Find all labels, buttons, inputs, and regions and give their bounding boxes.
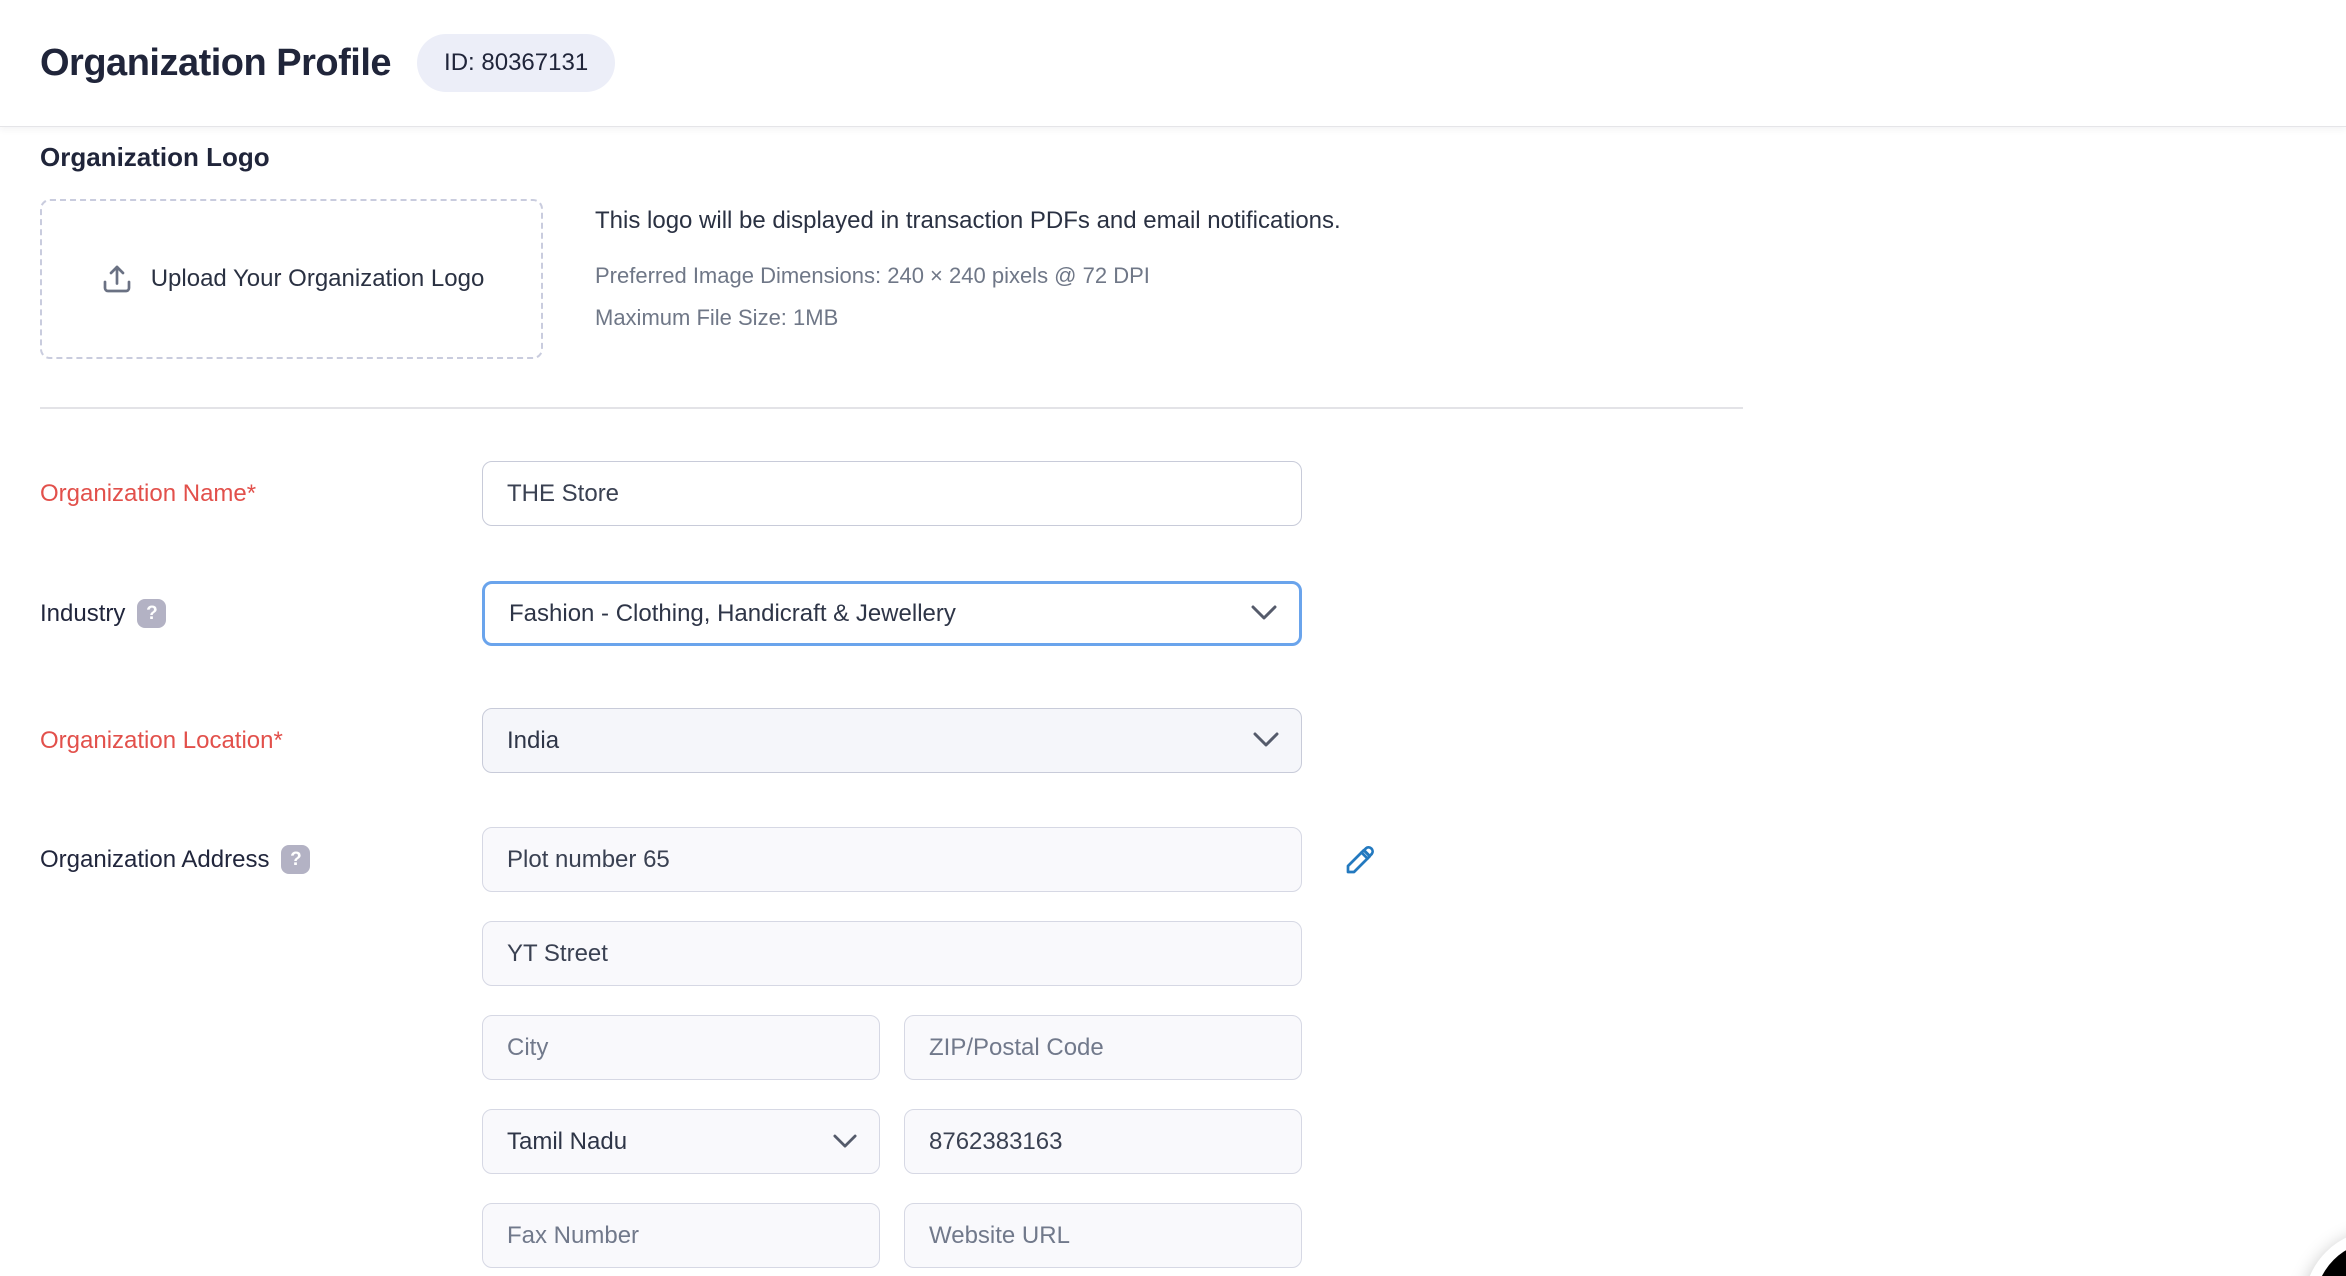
industry-help-icon[interactable]: ?: [137, 599, 167, 628]
address-street1-input[interactable]: [482, 827, 1302, 892]
logo-hint-filesize: Maximum File Size: 1MB: [595, 305, 839, 330]
industry-select[interactable]: Fashion - Clothing, Handicraft & Jewelle…: [482, 581, 1302, 646]
address-street2-input[interactable]: [482, 921, 1302, 986]
logo-section: Upload Your Organization Logo This logo …: [40, 199, 2306, 359]
industry-label-cell: Industry ?: [40, 599, 482, 628]
organization-location-select[interactable]: India: [482, 708, 1302, 773]
upload-logo-button[interactable]: Upload Your Organization Logo: [40, 199, 543, 359]
address-fax-input[interactable]: [482, 1203, 880, 1268]
chevron-down-icon: [833, 1128, 857, 1156]
organization-location-row: Organization Location* India: [40, 708, 2306, 773]
organization-name-row: Organization Name*: [40, 461, 2306, 526]
industry-label: Industry: [40, 599, 126, 627]
edit-address-icon[interactable]: [1342, 842, 1378, 878]
page-header: Organization Profile ID: 80367131: [0, 0, 2346, 127]
upload-logo-label: Upload Your Organization Logo: [150, 265, 485, 292]
organization-address-label-cell: Organization Address ?: [40, 845, 482, 874]
address-zip-input[interactable]: [904, 1015, 1302, 1080]
organization-profile-form: Organization Name* Industry ? Fashion - …: [40, 461, 2306, 1268]
address-city-zip-row: [40, 1015, 2306, 1080]
industry-select-value: Fashion - Clothing, Handicraft & Jewelle…: [509, 599, 956, 627]
address-website-input[interactable]: [904, 1203, 1302, 1268]
address-state-phone-row: Tamil Nadu: [40, 1109, 2306, 1174]
org-id-badge: ID: 80367131: [417, 34, 616, 92]
page-title: Organization Profile: [40, 41, 392, 84]
upload-icon: [99, 261, 135, 297]
organization-name-label: Organization Name*: [40, 479, 257, 507]
organization-address-row: Organization Address ?: [40, 827, 2306, 892]
address-state-value: Tamil Nadu: [507, 1127, 628, 1155]
industry-row: Industry ? Fashion - Clothing, Handicraf…: [40, 581, 2306, 646]
settings-content: Organization Logo Upload Your Organizati…: [0, 127, 2346, 1268]
organization-address-help-icon[interactable]: ?: [281, 845, 311, 874]
organization-logo-heading: Organization Logo: [40, 142, 270, 172]
section-divider: [40, 407, 1743, 409]
organization-address-label: Organization Address: [40, 845, 270, 873]
address-state-select[interactable]: Tamil Nadu: [482, 1109, 880, 1174]
logo-hint-dimensions: Preferred Image Dimensions: 240 × 240 pi…: [595, 263, 1150, 288]
organization-name-input[interactable]: [482, 461, 1302, 526]
organization-name-label-cell: Organization Name*: [40, 480, 482, 508]
organization-location-value: India: [507, 726, 560, 754]
chevron-down-icon: [1253, 727, 1279, 755]
logo-info: This logo will be displayed in transacti…: [595, 199, 1341, 359]
address-city-input[interactable]: [482, 1015, 880, 1080]
address-phone-input[interactable]: [904, 1109, 1302, 1174]
chevron-down-icon: [1251, 600, 1277, 628]
organization-location-label: Organization Location*: [40, 726, 283, 754]
address-fax-website-row: [40, 1203, 2306, 1268]
organization-location-label-cell: Organization Location*: [40, 727, 482, 755]
address-street2-row: [40, 921, 2306, 986]
logo-description: This logo will be displayed in transacti…: [595, 207, 1341, 234]
